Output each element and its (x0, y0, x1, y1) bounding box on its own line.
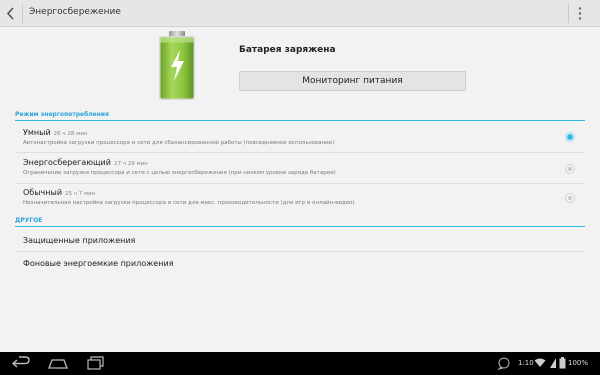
page-title: Энергосбережение (29, 7, 121, 17)
mode-time: 26 ч 28 мин (53, 131, 88, 137)
home-nav-icon[interactable] (46, 355, 70, 372)
radio-unselected[interactable] (565, 193, 575, 203)
mode-title: Умный 26 ч 28 мин (23, 128, 87, 137)
radio-unselected[interactable] (565, 164, 575, 174)
section-divider (15, 226, 585, 227)
protected-apps-item[interactable]: Защищенные приложения (23, 236, 135, 245)
action-bar-separator (568, 4, 569, 23)
battery-percent: 100% (568, 359, 589, 367)
wifi-icon (534, 358, 546, 367)
battery-charged-icon (159, 31, 195, 100)
mode-description: Ограничение загрузки процессора и сети с… (23, 170, 336, 176)
mode-name: Умный (23, 128, 51, 137)
mode-title: Энергосберегающий 27 ч 29 мин (23, 158, 148, 167)
message-notification-icon (497, 357, 510, 370)
mode-time: 27 ч 29 мин (113, 161, 148, 167)
divider (15, 152, 585, 153)
mode-name: Обычный (23, 188, 63, 197)
mode-time: 25 ч 7 мин (65, 191, 96, 197)
navigation-bar: 1:10 100% (0, 352, 600, 375)
signal-icon (550, 358, 556, 368)
background-power-apps-item[interactable]: Фоновые энергоемкие приложения (23, 259, 173, 268)
other-section-header: ДРУГОЕ (15, 217, 43, 224)
divider (15, 183, 585, 184)
action-bar: Энергосбережение (0, 0, 600, 27)
recent-apps-nav-icon[interactable] (85, 355, 105, 372)
overflow-menu-icon[interactable] (576, 6, 584, 21)
action-bar-separator (22, 4, 23, 23)
battery-status: Батарея заряжена (239, 45, 336, 55)
battery-icon (559, 357, 566, 369)
mode-title: Обычный 25 ч 7 мин (23, 188, 95, 197)
power-monitoring-button[interactable]: Мониторинг питания (239, 71, 466, 91)
mode-normal[interactable]: Обычный 25 ч 7 мин Незначительная настрой… (15, 188, 585, 217)
mode-section-header: Режим энергопотребления (15, 111, 109, 118)
back-arrow-icon[interactable] (4, 5, 18, 22)
divider (15, 251, 585, 252)
mode-description: Незначительная настройка загрузки процес… (23, 200, 355, 206)
mode-description: Автонастройка загрузки процессора и сети… (23, 140, 335, 146)
back-nav-icon[interactable] (10, 355, 32, 372)
section-divider (15, 120, 585, 121)
mode-name: Энергосберегающий (23, 158, 111, 167)
radio-selected[interactable] (565, 132, 575, 142)
clock: 1:10 (518, 359, 534, 367)
